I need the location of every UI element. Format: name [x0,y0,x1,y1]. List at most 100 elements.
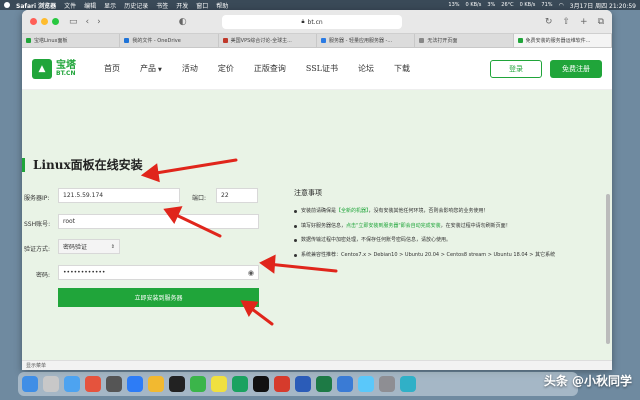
menu-edit[interactable]: 编辑 [84,1,96,10]
page-scrollbar[interactable] [606,194,610,344]
tab-error[interactable]: 无法打开页面 [415,34,514,47]
tab-active[interactable]: 免费安装的服务器运维软件... [513,34,612,47]
nav-pricing[interactable]: 定价 [218,63,234,74]
login-button[interactable]: 登录 [490,59,542,78]
macos-menubar: Safari 浏览器 文件 编辑 显示 历史记录 书签 开发 窗口 帮助 13%… [0,0,640,10]
favicon-icon [419,38,425,43]
password-input[interactable]: •••••••••••• ◉ [58,265,259,280]
datetime[interactable]: 3月17日 周四 21:20:59 [570,1,636,10]
menu-develop[interactable]: 开发 [176,1,188,10]
tab-vps[interactable]: 美国VPS综合讨论-全球主... [219,34,317,47]
address-bar[interactable]: 🔒︎ bt.cn [222,15,402,29]
note-highlight: 点击"立即安装到服务器"即会自动完成安装 [346,222,441,229]
nav-products[interactable]: 产品 ▼ [140,63,162,74]
forward-icon[interactable]: › [97,17,101,27]
auth-label: 验证方式: [24,246,51,253]
ip-input[interactable]: 121.5.59.174 [58,188,180,203]
note-item: 数据传输过程中加密处理，不保存任何账号密码信息，请放心使用。 [294,237,594,244]
cpu-stat: 13% [448,2,460,8]
browser-window: ▭ ‹ › ◐ 🔒︎ bt.cn ↻ ⇧ + ⧉ 宝塔Linux面板 我的文件 … [22,10,612,370]
reload-icon[interactable]: ↻ [545,17,553,27]
tab-bt-panel[interactable]: 宝塔Linux面板 [22,34,121,47]
window-controls [30,18,59,25]
excel-icon[interactable] [316,376,332,392]
bullet-icon [294,224,297,228]
wps-icon[interactable] [274,376,290,392]
app-icon[interactable] [337,376,353,392]
nav-verify[interactable]: 正版查询 [254,63,286,74]
site-logo[interactable]: ▲ 宝塔 BT.CN [32,58,76,79]
bullet-icon [294,239,297,242]
notes-title: 注意事项 [294,189,322,197]
password-label: 密码: [36,272,51,279]
battery-stat: 71% [541,2,553,8]
favicon-icon [320,38,326,43]
eye-icon[interactable]: ◉ [248,269,254,277]
note-text: 数据传输过程中加密处理，不保存任何账号密码信息，请放心使用。 [301,237,452,243]
ssh-account-input[interactable]: root [58,214,259,229]
app-icon[interactable] [211,376,227,392]
menu-history[interactable]: 历史记录 [124,1,148,10]
app-icon[interactable] [400,376,416,392]
note-item: 填写好服务器信息，点击"立即安装到服务器"即会自动完成安装，在安装过程中请勿刷新… [294,223,594,230]
menu-window[interactable]: 窗口 [196,1,208,10]
close-window-icon[interactable] [30,18,37,25]
notes-icon[interactable] [148,376,164,392]
fullscreen-window-icon[interactable] [52,18,59,25]
nav-forum[interactable]: 论坛 [358,63,374,74]
app-icon[interactable] [358,376,374,392]
tab-label: 宝塔Linux面板 [34,38,68,44]
menu-app-name[interactable]: Safari 浏览器 [16,1,56,10]
nav-home[interactable]: 首页 [104,63,120,74]
shield-icon[interactable]: ◐ [179,17,187,27]
nav-products-label: 产品 [140,64,156,73]
auth-method-select[interactable]: 密码验证 ⇕ [58,239,120,254]
app-store-icon[interactable] [127,376,143,392]
nav-download[interactable]: 下载 [394,63,410,74]
tab-overview-icon[interactable]: ⧉ [598,17,604,27]
tab-server[interactable]: 服务器 - 轻量应用服务器 -... [317,34,416,47]
wifi-icon[interactable]: ◠ [559,2,564,9]
menu-file[interactable]: 文件 [64,1,76,10]
chrome-icon[interactable] [85,376,101,392]
word-icon[interactable] [295,376,311,392]
port-input[interactable]: 22 [216,188,258,203]
note-text: ，在安装过程中请勿刷新页面！ [440,222,511,229]
qq-icon[interactable] [169,376,185,392]
site-nav: 首页 产品 ▼ 活动 定价 正版查询 SSL证书 论坛 下载 [104,63,410,74]
status-text[interactable]: 显示菜单 [26,362,46,369]
macos-dock [18,372,578,396]
app-icon[interactable] [379,376,395,392]
finder-icon[interactable] [22,376,38,392]
apple-icon[interactable] [4,2,10,8]
capcut-icon[interactable] [253,376,269,392]
minimize-window-icon[interactable] [41,18,48,25]
app-icon[interactable] [232,376,248,392]
nav-activity[interactable]: 活动 [182,63,198,74]
watermark: 头条 @小秋同学 [543,374,632,388]
temp-stat: 26°C [501,2,514,8]
menu-bookmarks[interactable]: 书签 [156,1,168,10]
tab-bar: 宝塔Linux面板 我的文件 - OneDrive 美国VPS综合讨论-全球主.… [22,34,612,48]
wechat-icon[interactable] [190,376,206,392]
launchpad-icon[interactable] [43,376,59,392]
site-header: ▲ 宝塔 BT.CN 首页 产品 ▼ 活动 定价 正版查询 SSL证书 论坛 下载… [22,48,612,90]
menu-view[interactable]: 显示 [104,1,116,10]
new-tab-icon[interactable]: + [580,17,588,27]
menu-help[interactable]: 帮助 [216,1,228,10]
address-text: bt.cn [307,18,323,26]
tab-onedrive[interactable]: 我的文件 - OneDrive [120,34,219,47]
nav-ssl[interactable]: SSL证书 [306,63,338,74]
back-icon[interactable]: ‹ [86,17,90,27]
tab-label: 服务器 - 轻量应用服务器 -... [328,38,393,44]
install-to-server-button[interactable]: 立即安装到服务器 [58,288,259,307]
register-button[interactable]: 免费注册 [550,59,602,78]
note-text: 填写好服务器信息， [301,222,347,229]
note-text: ，没有安装其他任何环境，否则会影响您的业务使用！ [368,208,489,214]
calculator-icon[interactable] [106,376,122,392]
notes-panel: 注意事项 安装前请确保是【全新的机器】，没有安装其他任何环境，否则会影响您的业务… [294,188,594,266]
note-text: 系统兼容性推荐：Centos7.x > Debian10 > Ubuntu 20… [301,251,556,258]
share-icon[interactable]: ⇧ [562,17,570,27]
sidebar-toggle-icon[interactable]: ▭ [69,17,78,27]
safari-icon[interactable] [64,376,80,392]
